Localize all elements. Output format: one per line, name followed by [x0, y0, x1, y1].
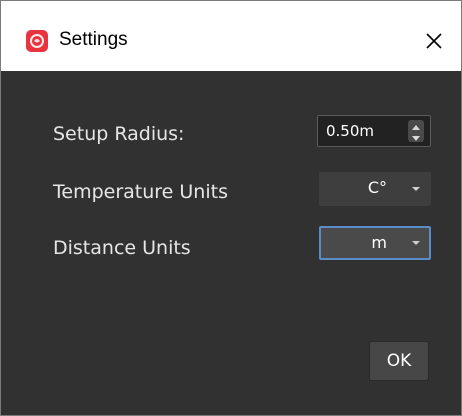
spin-down-button[interactable] — [408, 131, 424, 142]
distance-units-label: Distance Units — [53, 237, 191, 259]
temperature-units-label: Temperature Units — [53, 181, 228, 203]
chevron-down-icon — [412, 187, 420, 191]
distance-units-dropdown[interactable]: m — [319, 226, 431, 260]
spin-arrows — [408, 120, 424, 142]
title-bar: Settings — [1, 1, 461, 71]
window-title: Settings — [59, 29, 128, 50]
setup-radius-spinbox[interactable]: 0.50m — [317, 115, 431, 147]
setup-radius-label: Setup Radius: — [53, 123, 185, 145]
temperature-units-dropdown[interactable]: C° — [319, 172, 431, 206]
close-button[interactable] — [419, 26, 449, 56]
temperature-units-value: C° — [367, 178, 387, 197]
ok-button-label: OK — [386, 351, 412, 371]
distance-units-value: m — [371, 233, 387, 252]
close-icon — [426, 33, 442, 49]
chevron-down-icon — [412, 241, 420, 245]
rose-icon — [26, 30, 48, 52]
settings-window: Settings Setup Radius: 0.50m Temperature… — [0, 0, 462, 416]
ok-button[interactable]: OK — [369, 341, 429, 381]
settings-panel: Setup Radius: 0.50m Temperature Units C° — [1, 71, 461, 415]
chevron-down-icon — [412, 136, 420, 141]
setup-radius-value: 0.50m — [326, 122, 375, 140]
spin-up-button[interactable] — [408, 120, 424, 131]
